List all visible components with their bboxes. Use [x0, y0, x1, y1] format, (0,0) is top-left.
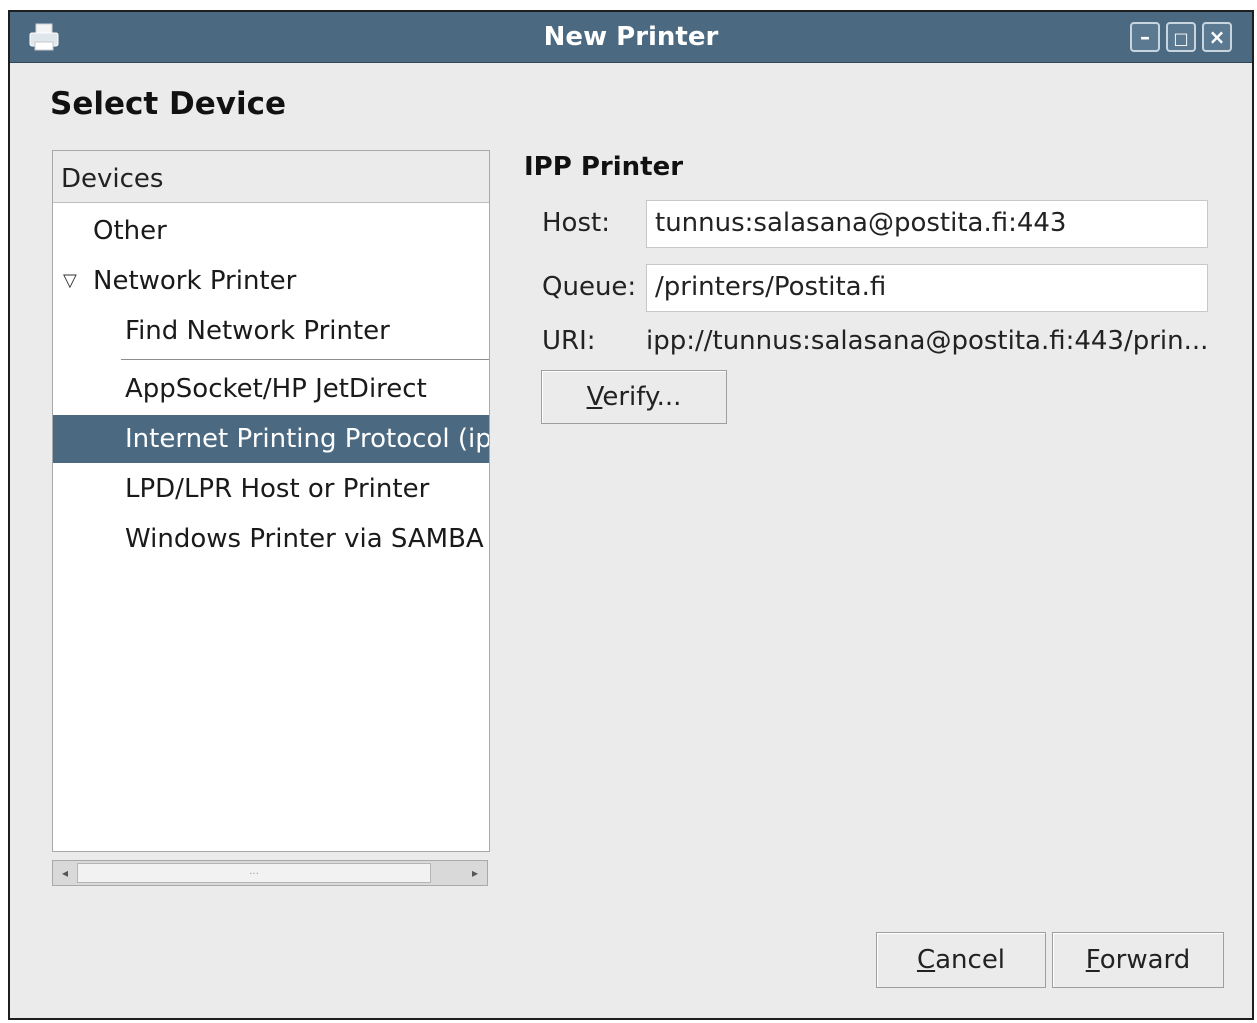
scroll-right-icon[interactable]: ▸ — [465, 863, 485, 883]
device-item-label: LPD/LPR Host or Printer — [125, 474, 430, 504]
minimize-button[interactable]: – — [1130, 22, 1160, 52]
device-item-appsocket[interactable]: AppSocket/HP JetDirect — [53, 365, 489, 413]
maximize-icon: □ — [1173, 29, 1189, 48]
devices-column-header[interactable]: Devices — [53, 151, 489, 203]
uri-value: ipp://tunnus:salasana@postita.fi:443/pri… — [646, 326, 1209, 356]
device-item-samba[interactable]: Windows Printer via SAMBA — [53, 515, 489, 563]
close-icon: × — [1208, 25, 1226, 49]
cancel-button[interactable]: Cancel — [876, 932, 1046, 988]
horizontal-scrollbar[interactable]: ◂ ... ▸ — [52, 860, 488, 886]
device-list[interactable]: Devices Other ▽ Network Printer Find Net… — [52, 150, 490, 852]
uri-label: URI: — [542, 326, 596, 356]
verify-button[interactable]: Verify... — [541, 370, 727, 424]
device-item-label: AppSocket/HP JetDirect — [125, 374, 427, 404]
maximize-button[interactable]: □ — [1166, 22, 1196, 52]
scrollbar-thumb[interactable]: ... — [77, 863, 431, 883]
forward-label: orward — [1099, 945, 1191, 975]
new-printer-dialog: New Printer – □ × Select Device Devices … — [8, 10, 1254, 1020]
host-label: Host: — [542, 208, 610, 238]
list-separator — [121, 359, 489, 360]
device-item-ipp[interactable]: Internet Printing Protocol (ip — [53, 415, 489, 463]
verify-mnemonic: V — [586, 382, 603, 412]
queue-input[interactable]: /printers/Postita.fi — [646, 264, 1208, 312]
minimize-icon: – — [1140, 25, 1150, 49]
expander-triangle-icon[interactable]: ▽ — [63, 257, 77, 305]
window-title: New Printer — [543, 22, 719, 52]
forward-button[interactable]: Forward — [1052, 932, 1224, 988]
device-item-label: Find Network Printer — [125, 316, 390, 346]
title-bar[interactable]: New Printer – □ × — [10, 12, 1252, 63]
forward-mnemonic: F — [1085, 945, 1100, 975]
cancel-mnemonic: C — [916, 945, 936, 975]
device-item-lpd-lpr[interactable]: LPD/LPR Host or Printer — [53, 465, 489, 513]
scroll-left-icon[interactable]: ◂ — [55, 863, 75, 883]
cancel-label: ancel — [935, 945, 1006, 975]
close-button[interactable]: × — [1202, 22, 1232, 52]
ipp-printer-title: IPP Printer — [524, 152, 684, 182]
device-item-find-network-printer[interactable]: Find Network Printer — [53, 307, 489, 355]
device-item-network-printer[interactable]: ▽ Network Printer — [53, 257, 489, 305]
device-item-label: Windows Printer via SAMBA — [125, 524, 484, 554]
queue-label: Queue: — [542, 272, 637, 302]
verify-label: erify... — [602, 382, 682, 412]
page-title: Select Device — [50, 86, 286, 122]
host-input[interactable]: tunnus:salasana@postita.fi:443 — [646, 200, 1208, 248]
device-item-label: Other — [93, 216, 167, 246]
device-item-label: Network Printer — [93, 266, 297, 296]
device-item-label: Internet Printing Protocol (ip — [125, 424, 489, 454]
device-item-other[interactable]: Other — [53, 207, 489, 255]
